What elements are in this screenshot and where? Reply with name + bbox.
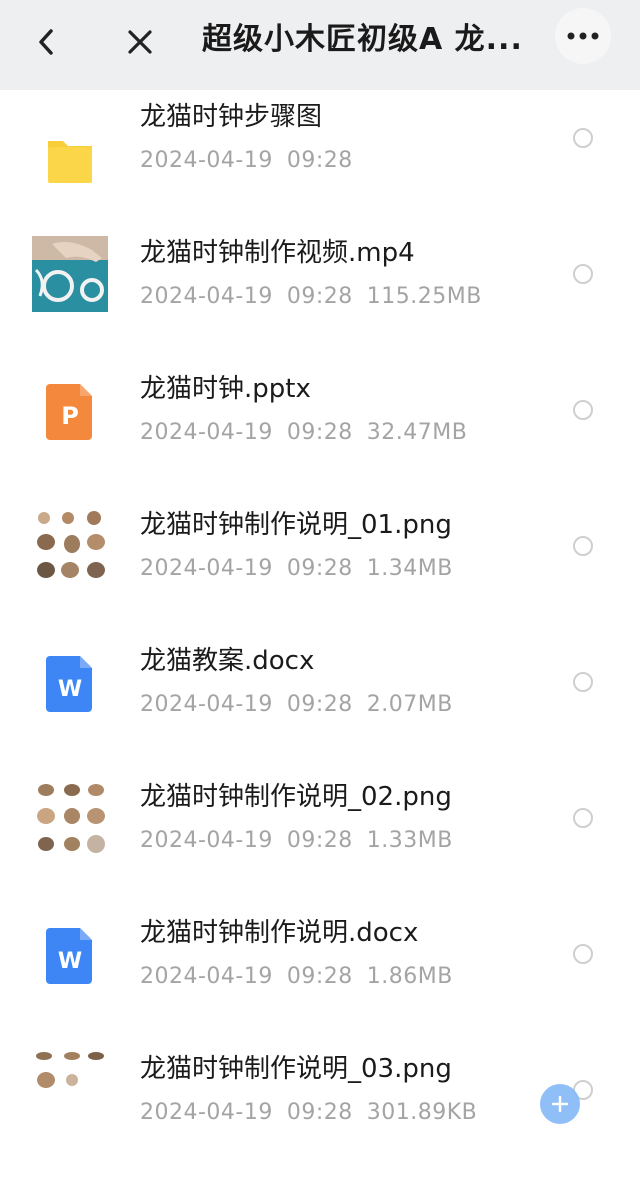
file-date: 2024-04-19 bbox=[140, 828, 273, 853]
list-item[interactable]: 龙猫时钟步骤图 2024-04-19 09:28 bbox=[0, 90, 640, 226]
svg-text:P: P bbox=[61, 402, 79, 430]
file-meta: 2024-04-19 09:28 1.86MB bbox=[140, 962, 467, 992]
list-item[interactable]: W 龙猫时钟制作说明.docx 2024-04-19 09:28 1.86MB bbox=[0, 906, 640, 1042]
ppt-icon: P bbox=[46, 384, 92, 440]
file-date: 2024-04-19 bbox=[140, 964, 273, 989]
file-time: 09:28 bbox=[286, 420, 353, 445]
list-item[interactable]: P 龙猫时钟.pptx 2024-04-19 09:28 32.47MB bbox=[0, 362, 640, 498]
chevron-left-icon bbox=[39, 29, 53, 55]
file-size: 1.34MB bbox=[366, 556, 453, 581]
file-size: 1.86MB bbox=[366, 964, 453, 989]
file-time: 09:28 bbox=[286, 284, 353, 309]
file-time: 09:28 bbox=[286, 1100, 353, 1125]
file-date: 2024-04-19 bbox=[140, 556, 273, 581]
select-radio[interactable] bbox=[573, 128, 593, 148]
file-size: 32.47MB bbox=[366, 420, 468, 445]
select-radio[interactable] bbox=[573, 536, 593, 556]
word-icon: W bbox=[46, 656, 92, 712]
file-time: 09:28 bbox=[286, 148, 353, 173]
file-name: 龙猫时钟制作说明.docx bbox=[140, 918, 419, 948]
select-radio[interactable] bbox=[573, 672, 593, 692]
plus-icon bbox=[551, 1095, 569, 1113]
file-size: 301.89KB bbox=[366, 1100, 478, 1125]
add-button[interactable] bbox=[540, 1084, 580, 1124]
file-name: 龙猫时钟制作说明_03.png bbox=[140, 1054, 452, 1084]
image-thumbnail bbox=[32, 1052, 108, 1128]
file-name: 龙猫时钟制作视频.mp4 bbox=[140, 238, 415, 268]
select-radio[interactable] bbox=[573, 400, 593, 420]
file-meta: 2024-04-19 09:28 bbox=[140, 146, 367, 176]
list-item[interactable]: 龙猫时钟制作说明_01.png 2024-04-19 09:28 1.34MB bbox=[0, 498, 640, 634]
file-name: 龙猫教案.docx bbox=[140, 646, 315, 676]
svg-text:W: W bbox=[58, 677, 82, 702]
file-size: 115.25MB bbox=[366, 284, 482, 309]
file-time: 09:28 bbox=[286, 828, 353, 853]
folder-icon bbox=[48, 141, 92, 183]
file-time: 09:28 bbox=[286, 692, 353, 717]
file-size: 1.33MB bbox=[366, 828, 453, 853]
file-name: 龙猫时钟步骤图 bbox=[140, 102, 323, 132]
svg-text:W: W bbox=[58, 949, 82, 974]
word-icon: W bbox=[46, 928, 92, 984]
file-meta: 2024-04-19 09:28 32.47MB bbox=[140, 418, 481, 448]
file-date: 2024-04-19 bbox=[140, 284, 273, 309]
file-name: 龙猫时钟.pptx bbox=[140, 374, 311, 404]
list-item[interactable]: 龙猫时钟制作视频.mp4 2024-04-19 09:28 115.25MB bbox=[0, 226, 640, 362]
file-meta: 2024-04-19 09:28 1.33MB bbox=[140, 826, 467, 856]
file-meta: 2024-04-19 09:28 2.07MB bbox=[140, 690, 467, 720]
page-title: 超级小木匠初级A 龙... bbox=[202, 22, 523, 57]
file-date: 2024-04-19 bbox=[140, 148, 273, 173]
file-meta: 2024-04-19 09:28 1.34MB bbox=[140, 554, 467, 584]
image-thumbnail bbox=[32, 508, 108, 584]
file-meta: 2024-04-19 09:28 115.25MB bbox=[140, 282, 496, 312]
more-button[interactable] bbox=[555, 8, 611, 64]
file-date: 2024-04-19 bbox=[140, 692, 273, 717]
file-name: 龙猫时钟制作说明_02.png bbox=[140, 782, 452, 812]
list-item[interactable]: 龙猫时钟制作说明_02.png 2024-04-19 09:28 1.33MB bbox=[0, 770, 640, 906]
file-meta: 2024-04-19 09:28 301.89KB bbox=[140, 1098, 491, 1128]
file-size: 2.07MB bbox=[366, 692, 453, 717]
file-name: 龙猫时钟制作说明_01.png bbox=[140, 510, 452, 540]
video-thumbnail bbox=[32, 236, 108, 312]
back-button[interactable] bbox=[26, 22, 66, 62]
file-time: 09:28 bbox=[286, 964, 353, 989]
close-button[interactable] bbox=[120, 22, 160, 62]
select-radio[interactable] bbox=[573, 944, 593, 964]
close-icon bbox=[128, 30, 152, 54]
image-thumbnail bbox=[32, 780, 108, 856]
top-bar: 超级小木匠初级A 龙... bbox=[0, 0, 640, 90]
more-horizontal-icon bbox=[567, 32, 599, 40]
file-time: 09:28 bbox=[286, 556, 353, 581]
select-radio[interactable] bbox=[573, 264, 593, 284]
list-item[interactable]: W 龙猫教案.docx 2024-04-19 09:28 2.07MB bbox=[0, 634, 640, 770]
file-date: 2024-04-19 bbox=[140, 1100, 273, 1125]
file-date: 2024-04-19 bbox=[140, 420, 273, 445]
select-radio[interactable] bbox=[573, 808, 593, 828]
